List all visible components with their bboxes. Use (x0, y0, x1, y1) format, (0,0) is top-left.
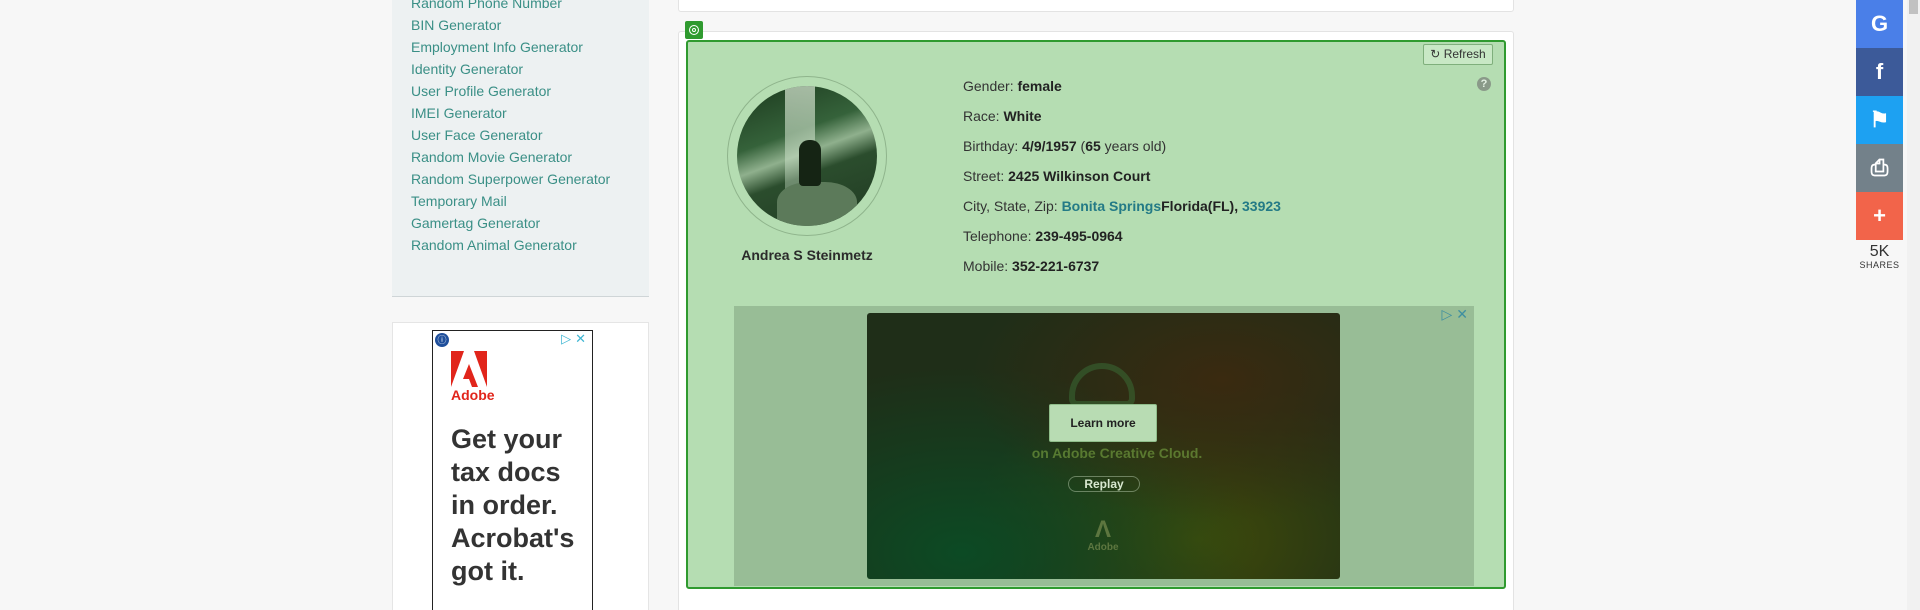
facebook-icon: f (1875, 59, 1884, 84)
help-icon[interactable]: ? (1477, 77, 1491, 91)
age-suffix: years old) (1104, 138, 1167, 154)
adobe-brand-text: Adobe (451, 387, 495, 403)
birthday-row: Birthday: 4/9/1957 (65 years old) (963, 136, 1281, 166)
adobe-logo-icon (451, 351, 487, 387)
print-icon: ⎙ (1870, 155, 1889, 180)
full-name: Andrea S Steinmetz (741, 247, 873, 263)
plus-icon: + (1873, 203, 1886, 228)
target-icon (685, 21, 703, 39)
birthday-label: Birthday: (963, 138, 1019, 154)
ad-close-controls[interactable]: ▷✕ (561, 331, 590, 347)
share-label: SHARES (1859, 260, 1900, 270)
print-share-button[interactable]: ⎙ (1856, 144, 1903, 192)
city-state-zip-label: City, State, Zip: (963, 198, 1058, 214)
creative-cloud-icon (1069, 363, 1135, 407)
sidebar-link[interactable]: IMEI Generator (411, 102, 649, 124)
race-row: Race: White (963, 106, 1281, 136)
video-logo-text: Adobe (1087, 542, 1119, 553)
gender-row: Gender: female (963, 76, 1281, 106)
sidebar-link[interactable]: User Profile Generator (411, 80, 649, 102)
state-value: Florida(FL), (1161, 198, 1239, 214)
adobe-logo-icon: Λ (1094, 516, 1111, 543)
share-count: 5K (1869, 243, 1890, 260)
sidebar-link-list: Random Phone Number BIN Generator Employme… (392, 0, 649, 256)
city-state-zip-row: City, State, Zip: Bonita SpringsFlorida(… (963, 196, 1281, 226)
mobile-label: Mobile: (963, 258, 1009, 274)
adchoices-icon[interactable]: ⓘ (435, 333, 449, 347)
mobile-row: Mobile: 352-221-6737 (963, 256, 1281, 286)
top-card (678, 0, 1514, 12)
sidebar-link[interactable]: User Face Generator (411, 124, 649, 146)
sidebar-link[interactable]: Temporary Mail (411, 190, 649, 212)
birthday-value: 4/9/1957 (1022, 138, 1077, 154)
sidebar-link[interactable]: Identity Generator (411, 58, 649, 80)
street-value: 2425 Wilkinson Court (1008, 168, 1151, 184)
twitter-share-button[interactable]: ⚑ (1856, 96, 1903, 144)
share-buttons: Gf ⚑ ⎙ + (1856, 0, 1903, 240)
plus-share-button[interactable]: + (1856, 192, 1903, 240)
sidebar-link[interactable]: Random Phone Number (411, 0, 649, 14)
video-ad-close-controls[interactable]: ▷✕ (1442, 306, 1473, 323)
sidebar-link[interactable]: Random Superpower Generator (411, 168, 649, 190)
sidebar-ad: ⓘ ▷✕ Adobe Get your tax docs in order. A… (392, 322, 649, 610)
scrollbar-thumb[interactable] (1909, 0, 1918, 14)
refresh-button[interactable]: ↻ Refresh (1423, 44, 1493, 65)
sidebar-link[interactable]: Gamertag Generator (411, 212, 649, 234)
age-value: 65 (1085, 138, 1101, 154)
race-value: White (1003, 108, 1042, 124)
refresh-label: Refresh (1443, 47, 1486, 61)
avatar (737, 86, 877, 226)
video-adobe-logo: Λ Adobe (1087, 518, 1119, 558)
zip-link[interactable]: 33923 (1242, 198, 1281, 214)
twitter-icon: ⚑ (1869, 107, 1890, 132)
sidebar-link[interactable]: Random Movie Generator (411, 146, 649, 168)
promo-line-2: on Adobe Creative Cloud. (1031, 445, 1203, 461)
city-link[interactable]: Bonita Springs (1062, 198, 1162, 214)
identity-details: Gender: female Race: White Birthday: 4/9… (963, 76, 1281, 286)
telephone-label: Telephone: (963, 228, 1032, 244)
mobile-value: 352-221-6737 (1012, 258, 1100, 274)
telephone-value: 239-495-0964 (1035, 228, 1123, 244)
sidebar-menu: Random Phone Number BIN Generator Employme… (392, 0, 649, 297)
replay-button[interactable]: Replay (1068, 476, 1140, 492)
google-icon: G (1870, 11, 1889, 36)
adobe-ad-banner[interactable]: ⓘ ▷✕ Adobe Get your tax docs in order. A… (432, 330, 593, 610)
telephone-row: Telephone: 239-495-0964 (963, 226, 1281, 256)
refresh-icon: ↻ (1430, 47, 1441, 61)
race-label: Race: (963, 108, 1000, 124)
street-row: Street: 2425 Wilkinson Court (963, 166, 1281, 196)
gender-label: Gender: (963, 78, 1014, 94)
google-share-button[interactable]: G (1856, 0, 1903, 48)
learn-more-button[interactable]: Learn more (1049, 404, 1157, 442)
facebook-share-button[interactable]: f (1856, 48, 1903, 96)
sidebar-link[interactable]: Employment Info Generator (411, 36, 649, 58)
street-label: Street: (963, 168, 1005, 184)
ad-headline: Get your tax docs in order. Acrobat's go… (451, 424, 575, 586)
share-bar: Gf ⚑ ⎙ + 5K SHARES (1856, 0, 1903, 270)
scrollbar[interactable] (1907, 0, 1920, 610)
sidebar-link[interactable]: Random Animal Generator (411, 234, 649, 256)
sidebar-link[interactable]: BIN Generator (411, 14, 649, 36)
gender-value: female (1017, 78, 1062, 94)
